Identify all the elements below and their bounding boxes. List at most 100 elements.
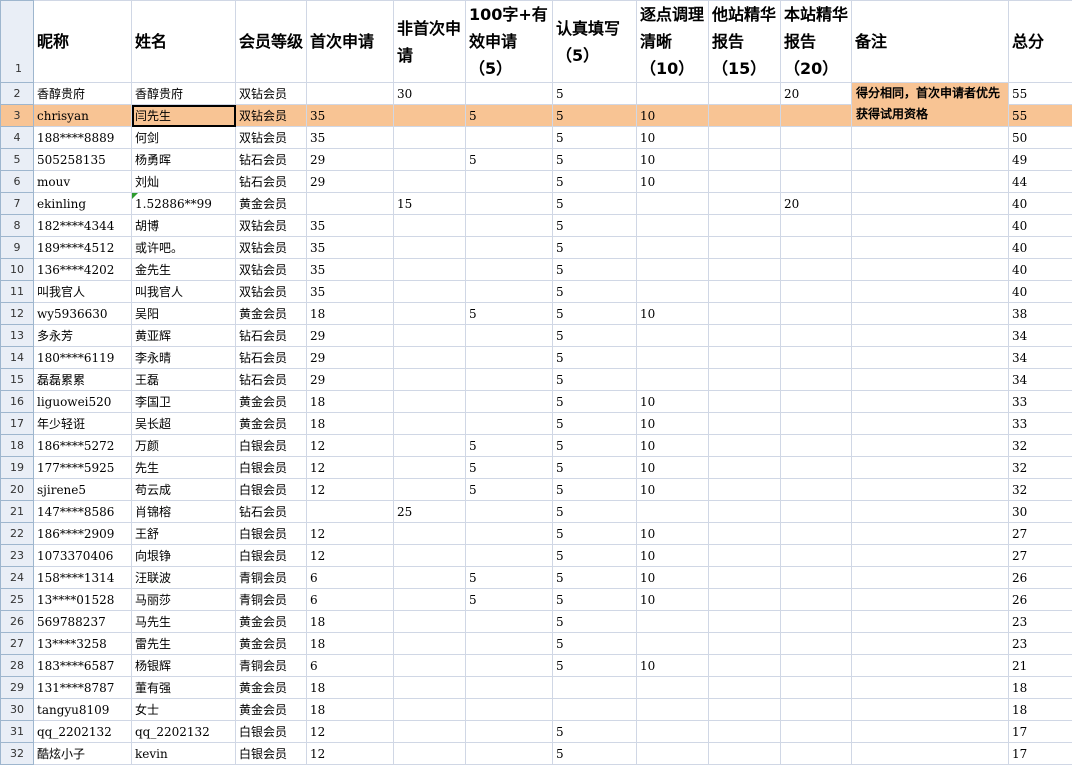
cell-nickname[interactable]: ekinling <box>33 192 132 215</box>
cell-non-first-apply[interactable] <box>393 170 466 193</box>
cell-100-char-apply[interactable] <box>465 280 553 303</box>
cell-careful-fill[interactable]: 5 <box>552 544 637 567</box>
cell-non-first-apply[interactable] <box>393 280 466 303</box>
cell-point-by-point[interactable] <box>636 368 709 391</box>
cell-non-first-apply[interactable]: 25 <box>393 500 466 523</box>
cell-careful-fill[interactable]: 5 <box>552 566 637 589</box>
row-number[interactable]: 20 <box>0 478 34 501</box>
row-number[interactable]: 24 <box>0 566 34 589</box>
cell-this-site-report[interactable] <box>780 654 852 677</box>
cell-other-site-report[interactable] <box>708 478 781 501</box>
cell-other-site-report[interactable] <box>708 544 781 567</box>
cell-remarks[interactable] <box>851 720 1009 743</box>
cell-other-site-report[interactable] <box>708 720 781 743</box>
cell-total[interactable]: 17 <box>1008 742 1072 765</box>
cell-name[interactable]: 女士 <box>131 698 236 721</box>
cell-other-site-report[interactable] <box>708 346 781 369</box>
row-number[interactable]: 11 <box>0 280 34 303</box>
cell-name[interactable]: 胡博 <box>131 214 236 237</box>
cell-other-site-report[interactable] <box>708 236 781 259</box>
cell-100-char-apply[interactable]: 5 <box>465 148 553 171</box>
cell-non-first-apply[interactable] <box>393 742 466 765</box>
cell-non-first-apply[interactable]: 15 <box>393 192 466 215</box>
cell-other-site-report[interactable] <box>708 324 781 347</box>
cell-member-level[interactable]: 双钻会员 <box>235 82 307 105</box>
cell-point-by-point[interactable]: 10 <box>636 126 709 149</box>
cell-total[interactable]: 40 <box>1008 192 1072 215</box>
cell-member-level[interactable]: 黄金会员 <box>235 632 307 655</box>
cell-nickname[interactable]: 叫我官人 <box>33 280 132 303</box>
cell-remarks[interactable] <box>851 258 1009 281</box>
cell-other-site-report[interactable] <box>708 214 781 237</box>
cell-point-by-point[interactable] <box>636 236 709 259</box>
cell-non-first-apply[interactable] <box>393 390 466 413</box>
cell-this-site-report[interactable] <box>780 236 852 259</box>
cell-other-site-report[interactable] <box>708 654 781 677</box>
cell-remarks[interactable] <box>851 544 1009 567</box>
cell-total[interactable]: 34 <box>1008 368 1072 391</box>
cell-member-level[interactable]: 钻石会员 <box>235 148 307 171</box>
cell-name[interactable]: 向垠铮 <box>131 544 236 567</box>
cell-name[interactable]: 何剑 <box>131 126 236 149</box>
cell-100-char-apply[interactable]: 5 <box>465 588 553 611</box>
header-remarks[interactable]: 备注 <box>851 0 1009 83</box>
cell-other-site-report[interactable] <box>708 126 781 149</box>
cell-other-site-report[interactable] <box>708 632 781 655</box>
cell-100-char-apply[interactable]: 5 <box>465 302 553 325</box>
cell-other-site-report[interactable] <box>708 390 781 413</box>
cell-point-by-point[interactable]: 10 <box>636 412 709 435</box>
row-number[interactable]: 16 <box>0 390 34 413</box>
header-total[interactable]: 总分 <box>1008 0 1072 83</box>
cell-remarks[interactable] <box>851 412 1009 435</box>
cell-nickname[interactable]: chrisyan <box>33 104 132 127</box>
cell-100-char-apply[interactable] <box>465 390 553 413</box>
cell-name[interactable]: 闫先生 <box>131 104 236 127</box>
cell-name[interactable]: 雷先生 <box>131 632 236 655</box>
cell-total[interactable]: 32 <box>1008 456 1072 479</box>
cell-total[interactable]: 40 <box>1008 280 1072 303</box>
header-member-level[interactable]: 会员等级 <box>235 0 307 83</box>
cell-first-apply[interactable]: 12 <box>306 544 394 567</box>
cell-other-site-report[interactable] <box>708 192 781 215</box>
cell-100-char-apply[interactable] <box>465 412 553 435</box>
cell-name[interactable]: 吴阳 <box>131 302 236 325</box>
cell-remarks[interactable] <box>851 390 1009 413</box>
cell-this-site-report[interactable] <box>780 302 852 325</box>
cell-name[interactable]: kevin <box>131 742 236 765</box>
cell-other-site-report[interactable] <box>708 676 781 699</box>
cell-total[interactable]: 49 <box>1008 148 1072 171</box>
cell-member-level[interactable]: 青铜会员 <box>235 588 307 611</box>
cell-remarks[interactable] <box>851 302 1009 325</box>
cell-100-char-apply[interactable] <box>465 368 553 391</box>
cell-this-site-report[interactable] <box>780 720 852 743</box>
cell-careful-fill[interactable]: 5 <box>552 522 637 545</box>
cell-this-site-report[interactable] <box>780 522 852 545</box>
row-number[interactable]: 25 <box>0 588 34 611</box>
cell-first-apply[interactable] <box>306 500 394 523</box>
row-number[interactable]: 31 <box>0 720 34 743</box>
row-number[interactable]: 26 <box>0 610 34 633</box>
cell-point-by-point[interactable]: 10 <box>636 302 709 325</box>
cell-name[interactable]: 王舒 <box>131 522 236 545</box>
cell-100-char-apply[interactable] <box>465 544 553 567</box>
cell-point-by-point[interactable] <box>636 610 709 633</box>
cell-total[interactable]: 33 <box>1008 412 1072 435</box>
cell-this-site-report[interactable] <box>780 368 852 391</box>
cell-point-by-point[interactable] <box>636 698 709 721</box>
cell-first-apply[interactable]: 18 <box>306 610 394 633</box>
cell-remarks[interactable] <box>851 148 1009 171</box>
cell-careful-fill[interactable]: 5 <box>552 456 637 479</box>
cell-100-char-apply[interactable] <box>465 720 553 743</box>
cell-this-site-report[interactable] <box>780 698 852 721</box>
row-number[interactable]: 10 <box>0 258 34 281</box>
cell-point-by-point[interactable]: 10 <box>636 104 709 127</box>
cell-100-char-apply[interactable]: 5 <box>465 478 553 501</box>
cell-total[interactable]: 26 <box>1008 566 1072 589</box>
cell-non-first-apply[interactable] <box>393 610 466 633</box>
cell-100-char-apply[interactable] <box>465 236 553 259</box>
cell-100-char-apply[interactable]: 5 <box>465 566 553 589</box>
cell-100-char-apply[interactable] <box>465 676 553 699</box>
row-number[interactable]: 30 <box>0 698 34 721</box>
cell-this-site-report[interactable] <box>780 258 852 281</box>
cell-total[interactable]: 33 <box>1008 390 1072 413</box>
